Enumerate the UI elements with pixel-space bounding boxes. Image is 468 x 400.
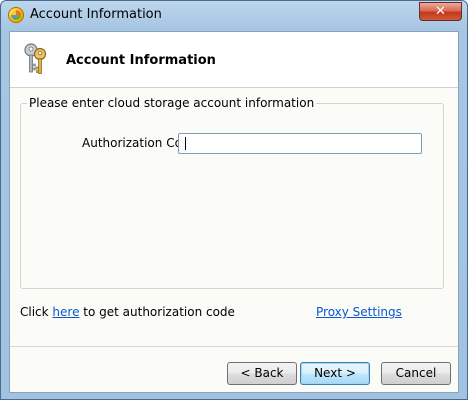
header-band: Account Information [10,32,458,88]
dialog-window: Account Information ✕ Account Informatio… [0,0,468,400]
page-title: Account Information [66,53,216,68]
authorization-help-text: Click here to get authorization code [20,305,235,319]
authorization-code-input[interactable] [178,133,422,154]
account-info-groupbox: Please enter cloud storage account infor… [20,96,444,289]
back-button[interactable]: < Back [227,362,297,385]
dialog-client-area: Account Information Please enter cloud s… [9,31,459,393]
footer-separator [10,346,458,347]
keys-icon [24,43,47,74]
groupbox-legend: Please enter cloud storage account infor… [27,96,317,110]
here-link[interactable]: here [52,305,79,319]
proxy-settings-link[interactable]: Proxy Settings [316,305,402,319]
close-button[interactable]: ✕ [419,2,462,21]
app-logo-icon [8,7,24,23]
title-bar[interactable]: Account Information ✕ [1,1,467,29]
next-button[interactable]: Next > [300,362,370,385]
cancel-button[interactable]: Cancel [381,362,451,385]
help-prefix: Click [20,305,53,319]
help-suffix: to get authorization code [79,305,235,319]
window-title: Account Information [30,7,162,22]
text-caret [185,137,186,150]
